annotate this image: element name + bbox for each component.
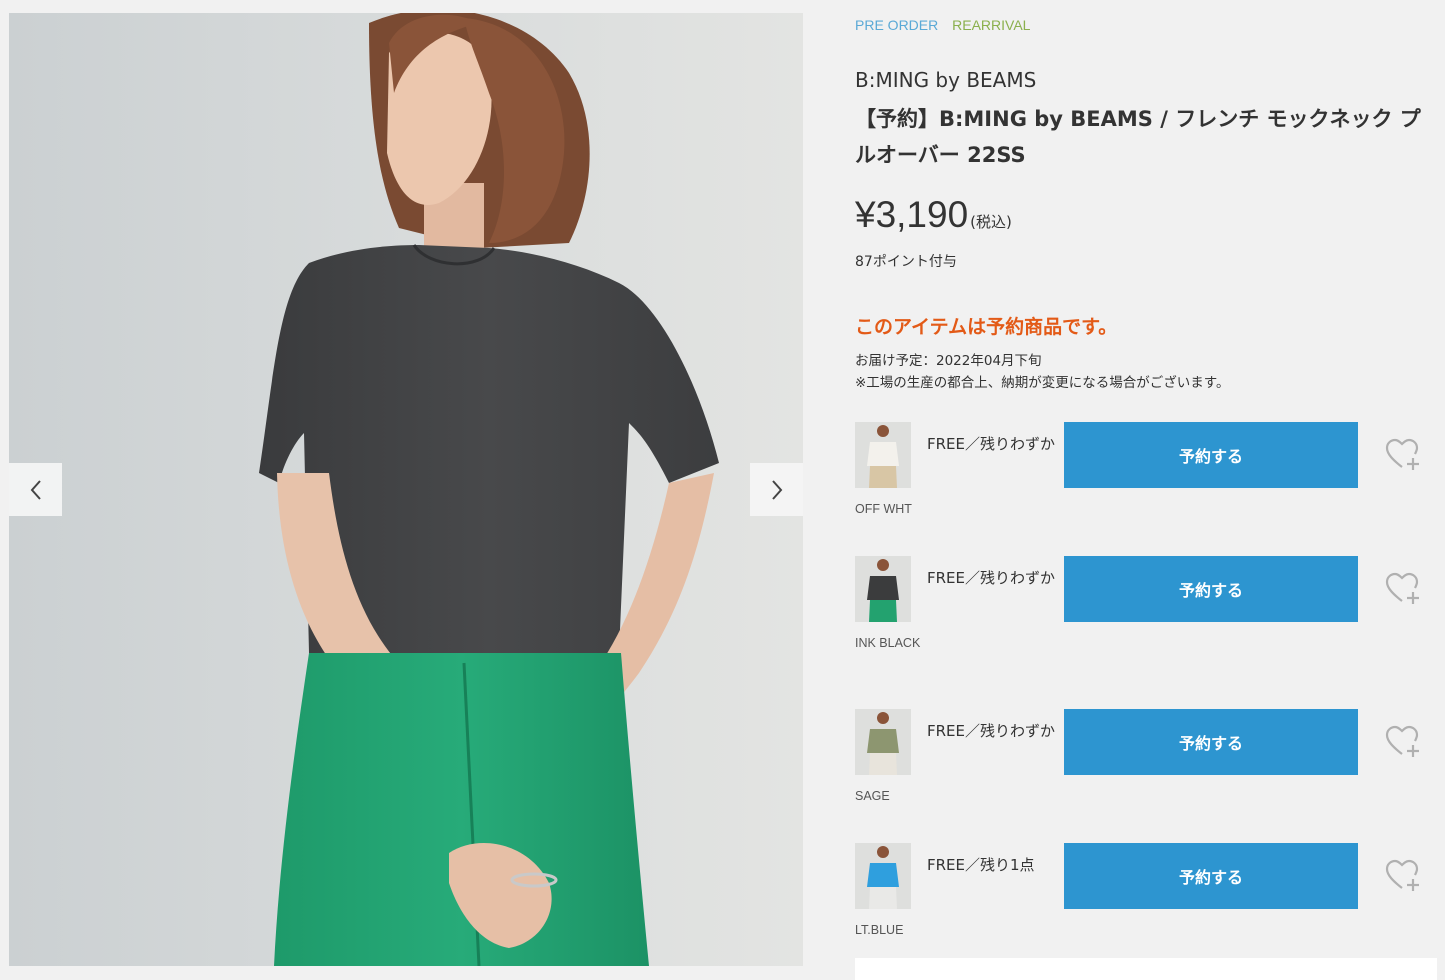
variant-color-name: INK BLACK xyxy=(855,636,921,650)
gallery-next-button[interactable] xyxy=(750,463,803,516)
variant-pants xyxy=(869,753,897,775)
bottom-card xyxy=(855,958,1437,980)
price-row: ¥3,190 (税込) xyxy=(855,194,1012,236)
variant-row: OFF WHT FREE／残りわずか 予約する xyxy=(855,422,1435,516)
variant-row: SAGE FREE／残りわずか 予約する xyxy=(855,709,1435,803)
variant-thumbnail[interactable] xyxy=(855,556,911,622)
product-title: 【予約】B:MING by BEAMS / フレンチ モックネック プルオーバー… xyxy=(855,107,1421,167)
tax-note: (税込) xyxy=(970,213,1012,231)
variant-pants xyxy=(869,466,897,488)
tag-preorder: PRE ORDER xyxy=(855,17,939,33)
add-favorite-button[interactable] xyxy=(1385,437,1421,473)
add-favorite-button[interactable] xyxy=(1385,724,1421,760)
variant-color-name: SAGE xyxy=(855,789,890,803)
reserve-button[interactable]: 予約する xyxy=(1064,709,1358,775)
variant-thumbnail-image xyxy=(855,709,911,775)
delivery-info: お届け予定：2022年04月下旬 ※工場の生産の都合上、納期が変更になる場合がご… xyxy=(855,350,1229,394)
delivery-date: お届け予定：2022年04月下旬 xyxy=(855,353,1042,369)
delivery-note: ※工場の生産の都合上、納期が変更になる場合がございます。 xyxy=(855,375,1230,391)
variant-shirt xyxy=(867,442,899,466)
chevron-left-icon xyxy=(30,479,41,500)
price: ¥3,190 xyxy=(855,194,969,235)
reserve-button[interactable]: 予約する xyxy=(1064,556,1358,622)
variant-thumbnail-image xyxy=(855,843,911,909)
chevron-right-icon xyxy=(771,479,782,500)
variant-stock: FREE／残りわずか xyxy=(927,569,1056,587)
variant-color-name: LT.BLUE xyxy=(855,923,904,937)
variant-color-name: OFF WHT xyxy=(855,502,912,516)
variant-thumbnail[interactable] xyxy=(855,843,911,909)
heart-plus-icon xyxy=(1385,438,1419,470)
variant-row: INK BLACK FREE／残りわずか 予約する xyxy=(855,556,1435,650)
variant-stock: FREE／残り1点 xyxy=(927,856,1035,874)
reserve-button[interactable]: 予約する xyxy=(1064,422,1358,488)
variant-shirt xyxy=(867,576,899,600)
heart-plus-icon xyxy=(1385,725,1419,757)
variant-thumbnail-image xyxy=(855,556,911,622)
heart-plus-icon xyxy=(1385,859,1419,891)
product-tags: PRE ORDER REARRIVAL xyxy=(855,17,1030,33)
variant-thumbnail[interactable] xyxy=(855,709,911,775)
add-favorite-button[interactable] xyxy=(1385,571,1421,607)
variant-thumbnail[interactable] xyxy=(855,422,911,488)
variant-pants xyxy=(869,600,897,622)
brand-name[interactable]: B:MING by BEAMS xyxy=(855,68,1036,92)
variant-thumbnail-image xyxy=(855,422,911,488)
heart-plus-icon xyxy=(1385,572,1419,604)
reserve-button[interactable]: 予約する xyxy=(1064,843,1358,909)
points-label: 87ポイント付与 xyxy=(855,254,957,270)
variant-stock: FREE／残りわずか xyxy=(927,435,1056,453)
product-page: PRE ORDER REARRIVAL B:MING by BEAMS 【予約】… xyxy=(0,0,1445,980)
preorder-notice: このアイテムは予約商品です。 xyxy=(855,316,1118,338)
variant-shirt xyxy=(867,729,899,753)
gallery-prev-button[interactable] xyxy=(9,463,62,516)
variant-pants xyxy=(869,887,897,909)
add-favorite-button[interactable] xyxy=(1385,858,1421,894)
tag-rearrival: REARRIVAL xyxy=(952,17,1031,33)
product-image xyxy=(9,13,803,966)
variant-row: LT.BLUE FREE／残り1点 予約する xyxy=(855,843,1435,937)
variant-shirt xyxy=(867,863,899,887)
variant-stock: FREE／残りわずか xyxy=(927,722,1056,740)
